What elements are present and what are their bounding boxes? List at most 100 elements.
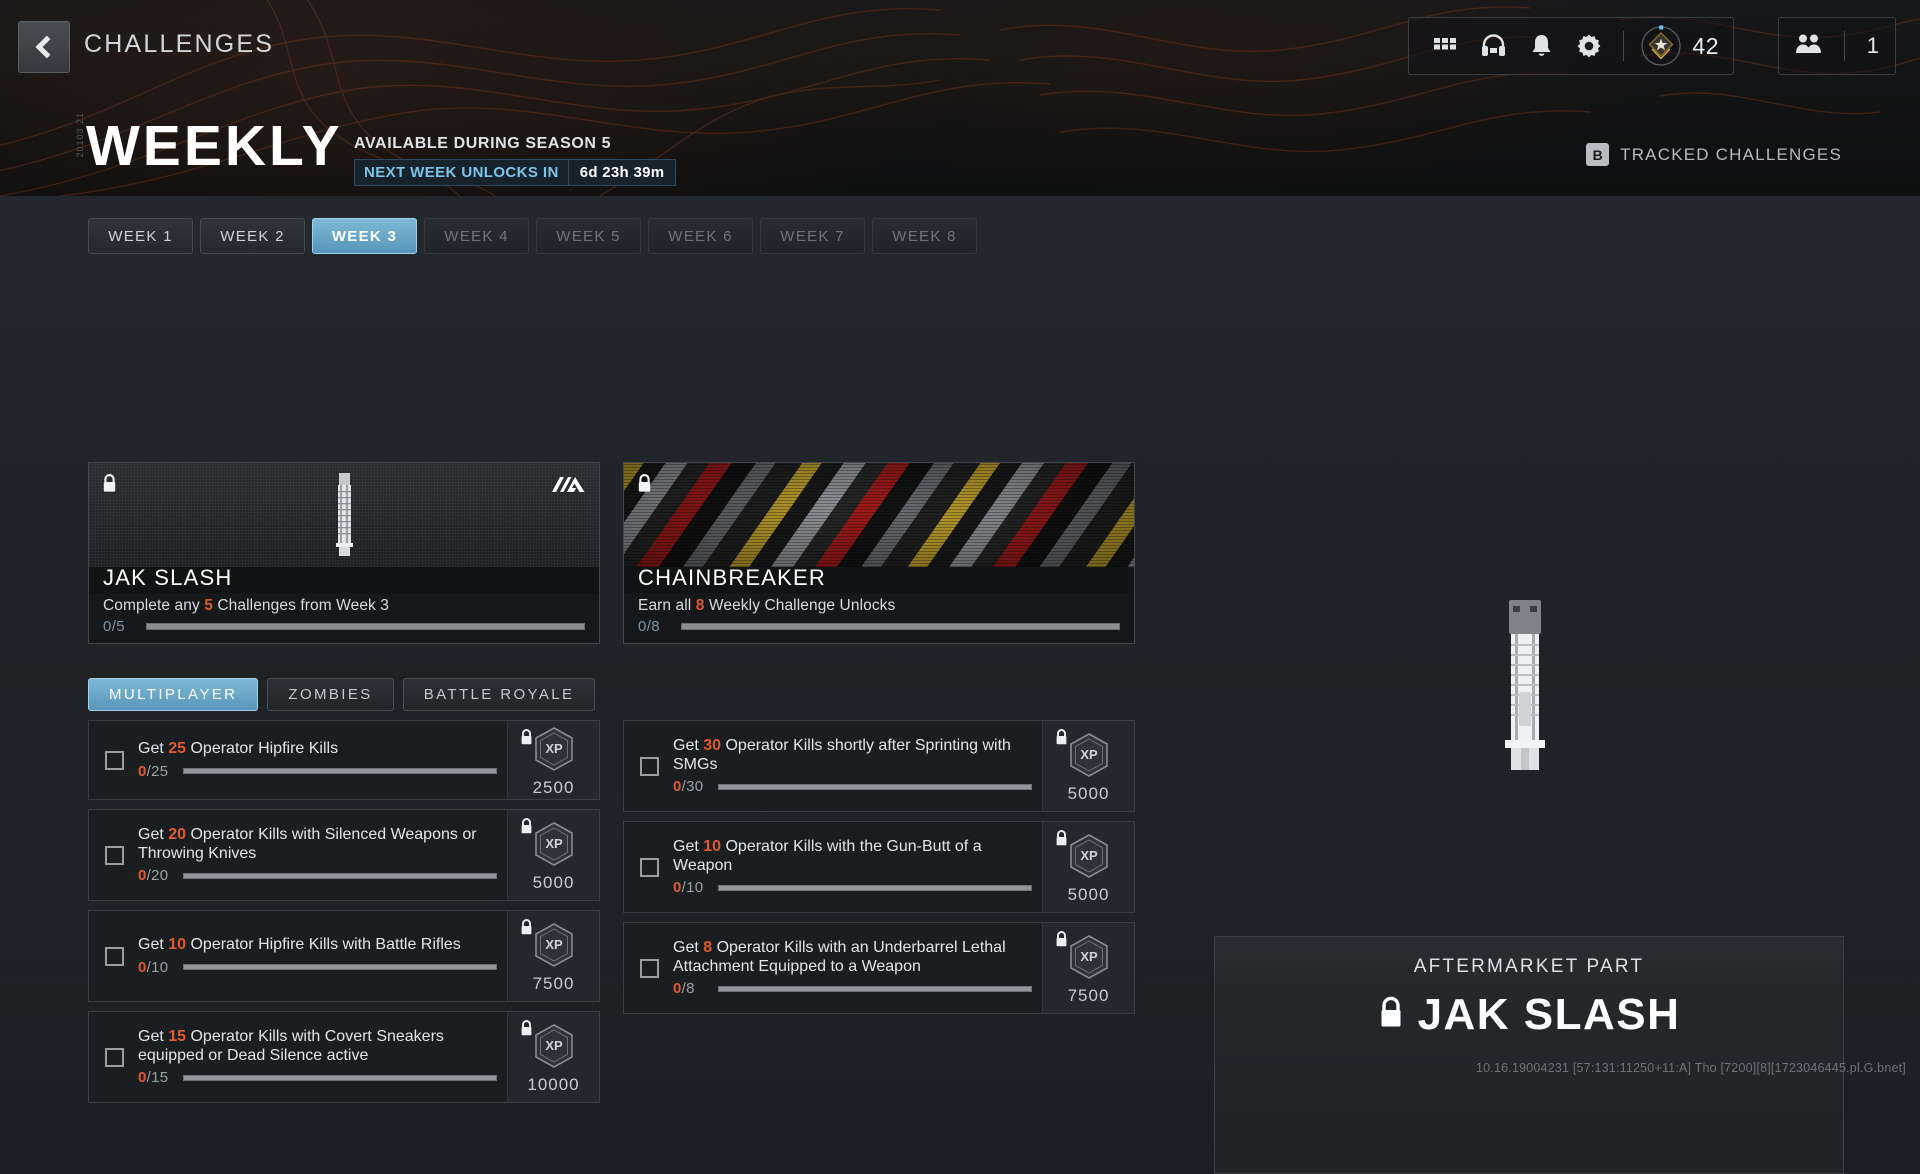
weapon-part-thumbnail — [327, 471, 361, 564]
bell-icon[interactable] — [1519, 24, 1563, 68]
gear-icon[interactable] — [1567, 24, 1611, 68]
challenge-progress-text: 0/10 — [138, 958, 169, 976]
svg-text:XP: XP — [545, 741, 563, 756]
challenge-row[interactable]: Get 10 Operator Hipfire Kills with Battl… — [88, 910, 600, 1002]
challenge-progress-bar — [718, 884, 1032, 891]
lock-icon — [1378, 996, 1404, 1035]
mode-tab-zombies[interactable]: ZOMBIES — [267, 678, 394, 711]
xp-amount: 7500 — [1067, 986, 1110, 1005]
week-tab-7[interactable]: WEEK 7 — [760, 218, 865, 254]
challenge-row[interactable]: Get 8 Operator Kills with an Underbarrel… — [623, 922, 1135, 1014]
lock-icon — [520, 818, 533, 839]
challenge-progress-text: 0/15 — [138, 1069, 169, 1087]
lock-icon — [637, 474, 652, 498]
challenge-checkbox[interactable] — [105, 946, 124, 966]
squad-toolbar[interactable]: 1 — [1777, 17, 1896, 75]
reward-card-chainbreaker[interactable]: CHAINBREAKER Earn all 8 Weekly Challenge… — [623, 462, 1135, 644]
challenge-checkbox[interactable] — [640, 756, 659, 776]
reward-progress-bar — [146, 623, 585, 630]
challenge-description: Get 20 Operator Kills with Silenced Weap… — [138, 825, 477, 862]
challenge-checkbox[interactable] — [105, 1047, 124, 1067]
svg-text:XP: XP — [545, 937, 563, 952]
challenge-progress-bar — [718, 783, 1032, 790]
svg-text:XP: XP — [545, 1038, 563, 1053]
top-header-bar: CHALLENGES 42 1 20103 21 WEEKLY AVAILABL… — [0, 0, 1920, 196]
xp-badge-icon: XP — [1066, 934, 1112, 985]
challenge-goal-number: 15 — [168, 1027, 187, 1045]
preview-kicker: AFTERMARKET PART — [1413, 956, 1645, 977]
mode-tab-multiplayer[interactable]: MULTIPLAYER — [88, 678, 259, 711]
challenge-row[interactable]: Get 10 Operator Kills with the Gun-Butt … — [623, 821, 1135, 913]
week-tab-4[interactable]: WEEK 4 — [424, 218, 529, 254]
challenge-list-left: Get 25 Operator Hipfire Kills 0/25 XP 2500 G… — [88, 720, 600, 1112]
reward-goal-number: 5 — [204, 597, 213, 614]
squad-icon — [1795, 32, 1822, 61]
challenge-progress-text: 0/20 — [138, 867, 169, 885]
xp-amount: 5000 — [532, 873, 575, 892]
challenge-body: Get 15 Operator Kills with Covert Sneake… — [124, 1027, 507, 1087]
xp-badge-icon: XP — [531, 726, 577, 777]
challenge-row[interactable]: Get 15 Operator Kills with Covert Sneake… — [88, 1011, 600, 1103]
week-tab-5[interactable]: WEEK 5 — [536, 218, 641, 254]
challenge-checkbox[interactable] — [640, 857, 659, 877]
debug-build-string: 10.16.19004231 [57:131:11250+11:A] Tho [… — [1476, 1061, 1906, 1075]
week-tab-6[interactable]: WEEK 6 — [648, 218, 753, 254]
svg-text:XP: XP — [1080, 747, 1098, 762]
headset-icon[interactable] — [1471, 24, 1515, 68]
countdown-label: NEXT WEEK UNLOCKS IN — [355, 160, 569, 185]
challenge-goal-number: 8 — [703, 938, 713, 956]
challenge-checkbox[interactable] — [105, 750, 124, 770]
week-tab-2[interactable]: WEEK 2 — [200, 218, 305, 254]
week-tab-3[interactable]: WEEK 3 — [312, 218, 417, 254]
challenge-progress-text: 0/25 — [138, 762, 169, 780]
reward-progress-text: 0/8 — [638, 618, 661, 635]
lock-icon — [102, 474, 117, 498]
challenge-description: Get 8 Operator Kills with an Underbarrel… — [673, 938, 1006, 975]
lock-icon — [520, 729, 533, 750]
challenge-progress-bar — [718, 985, 1032, 992]
reward-card-jak-slash[interactable]: JAK SLASH Complete any 5 Challenges from… — [88, 462, 600, 644]
weekly-heading: WEEKLY — [86, 114, 343, 178]
challenge-reward: XP 10000 — [507, 1012, 599, 1102]
challenge-checkbox[interactable] — [105, 845, 124, 865]
rank-display[interactable]: 42 — [1636, 25, 1719, 67]
side-code-text: 20103 21 — [75, 112, 85, 158]
lock-icon — [520, 1020, 533, 1041]
challenge-row[interactable]: Get 20 Operator Kills with Silenced Weap… — [88, 809, 600, 901]
weekly-meta: AVAILABLE DURING SEASON 5 NEXT WEEK UNLO… — [354, 135, 677, 186]
challenge-row[interactable]: Get 30 Operator Kills shortly after Spri… — [623, 720, 1135, 812]
chevron-left-icon — [35, 35, 59, 59]
reward-art-chainbreaker — [624, 463, 1134, 567]
grid-icon[interactable] — [1423, 24, 1467, 68]
week-tab-bar: WEEK 1 WEEK 2 WEEK 3 WEEK 4 WEEK 5 WEEK 6 WEEK… — [88, 218, 977, 254]
reward-progress-bar — [681, 623, 1120, 630]
challenge-row[interactable]: Get 25 Operator Hipfire Kills 0/25 XP 2500 — [88, 720, 600, 800]
tracked-challenges-button[interactable]: B TRACKED CHALLENGES — [1586, 143, 1842, 166]
preview-title: JAK SLASH — [1417, 990, 1681, 1039]
week-tab-1[interactable]: WEEK 1 — [88, 218, 193, 254]
mode-tab-bar: MULTIPLAYER ZOMBIES BATTLE ROYALE — [88, 678, 596, 711]
reward-goal-number: 8 — [695, 597, 705, 614]
challenge-reward: XP 2500 — [507, 721, 599, 799]
back-button[interactable] — [18, 21, 70, 73]
challenge-progress-text: 0/10 — [673, 879, 704, 897]
challenge-checkbox[interactable] — [640, 958, 659, 978]
lock-icon — [1055, 931, 1068, 952]
challenge-goal-number: 30 — [703, 736, 722, 754]
aftermarket-part-icon — [550, 475, 587, 499]
reward-info: Complete any 5 Challenges from Week 3 0/… — [89, 593, 599, 643]
challenge-reward: XP 5000 — [1042, 721, 1134, 811]
challenge-goal-number: 10 — [703, 837, 722, 855]
mode-tab-battle-royale[interactable]: BATTLE ROYALE — [402, 678, 596, 711]
tracked-challenges-label: TRACKED CHALLENGES — [1620, 144, 1842, 164]
xp-amount: 5000 — [1067, 784, 1110, 803]
challenge-body: Get 25 Operator Hipfire Kills 0/25 — [124, 740, 507, 780]
challenge-body: Get 30 Operator Kills shortly after Spri… — [659, 736, 1042, 795]
svg-text:XP: XP — [1080, 848, 1098, 863]
challenge-reward: XP 5000 — [507, 810, 599, 900]
key-hint-b: B — [1586, 143, 1610, 166]
week-tab-8[interactable]: WEEK 8 — [872, 218, 977, 254]
weapon-preview-image — [1465, 596, 1585, 776]
xp-badge-icon: XP — [531, 821, 577, 872]
reward-name: JAK SLASH — [103, 565, 233, 590]
